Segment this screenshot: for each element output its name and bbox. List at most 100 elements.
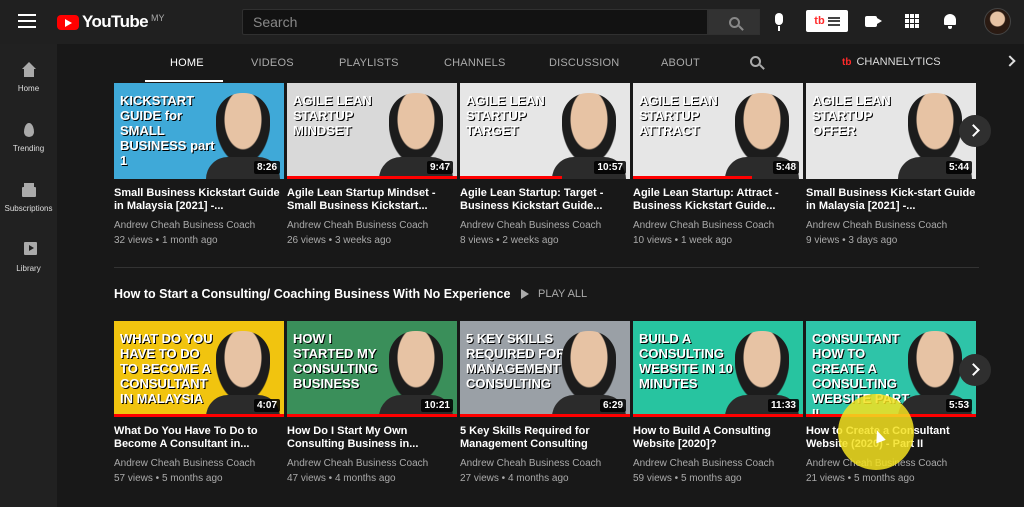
video-title[interactable]: Small Business Kickstart Guide in Malays…	[114, 187, 284, 213]
menu-icon[interactable]	[18, 14, 36, 28]
video-thumbnail[interactable]: HOW I STARTED MY CONSULTING BUSINESS 10:2…	[287, 321, 457, 417]
thumbnail-text: BUILD A CONSULTING WEBSITE IN 10 MINUTES	[639, 331, 733, 391]
create-video-icon[interactable]	[865, 16, 882, 27]
video-thumbnail[interactable]: AGILE LEAN STARTUP MINDSET 9:47	[287, 83, 457, 179]
meta-separator: •	[152, 473, 162, 484]
view-count: 21 views	[806, 473, 845, 484]
youtube-logo[interactable]: YouTube MY	[57, 12, 165, 32]
channel-name[interactable]: Andrew Cheah Business Coach	[633, 220, 803, 231]
video-meta: 9 views • 3 days ago	[806, 235, 976, 246]
video-title[interactable]: Agile Lean Startup: Attract - Business K…	[633, 187, 803, 213]
channel-search-icon[interactable]	[750, 56, 761, 67]
meta-separator: •	[325, 473, 335, 484]
meta-separator: •	[152, 235, 162, 246]
tab-videos[interactable]: VIDEOS	[251, 44, 294, 82]
video-thumbnail[interactable]: 5 KEY SKILLS REQUIRED FOR MANAGEMENT CON…	[460, 321, 630, 417]
sidebar-item-subscriptions[interactable]: Subscriptions	[0, 182, 57, 232]
view-count: 8 views	[460, 235, 494, 246]
upload-age: 4 months ago	[334, 473, 396, 484]
video-title[interactable]: How Do I Start My Own Consulting Busines…	[287, 425, 457, 451]
upload-age: 2 weeks ago	[502, 235, 559, 246]
channel-name[interactable]: Andrew Cheah Business Coach	[287, 458, 457, 469]
video-title[interactable]: Agile Lean Startup: Target - Business Ki…	[460, 187, 630, 213]
video-thumbnail[interactable]: AGILE LEAN STARTUP TARGET 10:57	[460, 83, 630, 179]
channel-name[interactable]: Andrew Cheah Business Coach	[633, 458, 803, 469]
video-thumbnail[interactable]: WHAT DO YOU HAVE TO DO TO BECOME A CONSU…	[114, 321, 284, 417]
search-button[interactable]	[708, 9, 760, 35]
view-count: 27 views	[460, 473, 499, 484]
video-card[interactable]: AGILE LEAN STARTUP TARGET 10:57 Agile Lean…	[460, 83, 630, 246]
video-card[interactable]: HOW I STARTED MY CONSULTING BUSINESS 10:2…	[287, 321, 457, 484]
video-meta: 21 views • 5 months ago	[806, 473, 976, 484]
apps-grid-icon[interactable]	[905, 14, 919, 28]
home-icon	[21, 62, 37, 78]
video-thumbnail[interactable]: BUILD A CONSULTING WEBSITE IN 10 MINUTES…	[633, 321, 803, 417]
meta-separator: •	[671, 235, 681, 246]
video-title[interactable]: 5 Key Skills Required for Management Con…	[460, 425, 630, 451]
video-card[interactable]: WHAT DO YOU HAVE TO DO TO BECOME A CONSU…	[114, 321, 284, 484]
video-card[interactable]: 5 KEY SKILLS REQUIRED FOR MANAGEMENT CON…	[460, 321, 630, 484]
extension-badge-label: tb	[814, 15, 825, 27]
video-card[interactable]: AGILE LEAN STARTUP MINDSET 9:47 Agile Lean…	[287, 83, 457, 246]
tab-channels[interactable]: CHANNELS	[444, 44, 506, 82]
view-count: 59 views	[633, 473, 672, 484]
upload-age: 3 days ago	[848, 235, 898, 246]
shelf1-next-button[interactable]	[959, 115, 991, 147]
tab-playlists[interactable]: PLAYLISTS	[339, 44, 399, 82]
video-thumbnail[interactable]: AGILE LEAN STARTUP OFFER 5:44	[806, 83, 976, 179]
presenter-image	[562, 93, 616, 163]
watch-progress-bar	[287, 414, 457, 417]
shelf-title[interactable]: How to Start a Consulting/ Coaching Busi…	[114, 287, 510, 301]
channel-name[interactable]: Andrew Cheah Business Coach	[460, 458, 630, 469]
duration-badge: 5:53	[945, 399, 972, 412]
video-thumbnail[interactable]: AGILE LEAN STARTUP ATTRACT 5:48	[633, 83, 803, 179]
video-title[interactable]: Small Business Kick-start Guide in Malay…	[806, 187, 976, 213]
upload-age: 5 months ago	[853, 473, 915, 484]
tab-discussion[interactable]: DISCUSSION	[549, 44, 619, 82]
video-meta: 10 views • 1 week ago	[633, 235, 803, 246]
duration-badge: 10:21	[421, 399, 453, 412]
thumbnail-text: AGILE LEAN STARTUP ATTRACT	[639, 93, 718, 138]
avatar[interactable]	[984, 8, 1011, 35]
search-input[interactable]	[242, 9, 708, 35]
upload-age: 5 months ago	[161, 473, 223, 484]
channel-name[interactable]: Andrew Cheah Business Coach	[114, 458, 284, 469]
duration-badge: 9:47	[426, 161, 453, 174]
logo-text: YouTube	[82, 12, 149, 31]
presenter-image	[908, 331, 962, 401]
video-card[interactable]: AGILE LEAN STARTUP OFFER 5:44 Small Busine…	[806, 83, 976, 246]
video-card[interactable]: AGILE LEAN STARTUP ATTRACT 5:48 Agile Lean…	[633, 83, 803, 246]
sidebar-item-library[interactable]: Library	[0, 242, 57, 292]
video-title[interactable]: What Do You Have To Do to Become A Consu…	[114, 425, 284, 451]
presenter-image	[735, 93, 789, 163]
notifications-bell-icon[interactable]	[943, 13, 957, 29]
video-title[interactable]: Agile Lean Startup Mindset - Small Busin…	[287, 187, 457, 213]
channel-name[interactable]: Andrew Cheah Business Coach	[460, 220, 630, 231]
thumbnail-text: AGILE LEAN STARTUP OFFER	[812, 93, 891, 138]
video-meta: 8 views • 2 weeks ago	[460, 235, 630, 246]
tab-about[interactable]: ABOUT	[661, 44, 700, 82]
duration-badge: 5:44	[945, 161, 972, 174]
top-bar: YouTube MY tb	[0, 0, 1024, 44]
video-meta: 27 views • 4 months ago	[460, 473, 630, 484]
shelf2-next-button[interactable]	[959, 354, 991, 386]
channel-name[interactable]: Andrew Cheah Business Coach	[114, 220, 284, 231]
microphone-icon[interactable]	[772, 13, 786, 31]
flame-icon	[21, 122, 37, 138]
video-thumbnail[interactable]: KICKSTART GUIDE for SMALL BUSINESS part …	[114, 83, 284, 179]
thumbnail-text: AGILE LEAN STARTUP MINDSET	[293, 93, 372, 138]
channelytics-extension-button[interactable]: tb	[806, 10, 848, 32]
sidebar: Home Trending Subscriptions Library	[0, 44, 57, 507]
channel-name[interactable]: Andrew Cheah Business Coach	[806, 220, 976, 231]
view-count: 10 views	[633, 235, 672, 246]
video-card[interactable]: KICKSTART GUIDE for SMALL BUSINESS part …	[114, 83, 284, 246]
play-all-button[interactable]: PLAY ALL	[521, 288, 587, 300]
tab-home[interactable]: HOME	[170, 44, 204, 82]
tab-channelytics[interactable]: tb CHANNELYTICS	[842, 56, 941, 68]
channel-name[interactable]: Andrew Cheah Business Coach	[287, 220, 457, 231]
video-card[interactable]: BUILD A CONSULTING WEBSITE IN 10 MINUTES…	[633, 321, 803, 484]
sidebar-item-trending[interactable]: Trending	[0, 122, 57, 172]
sidebar-item-home[interactable]: Home	[0, 62, 57, 112]
video-title[interactable]: How to Build A Consulting Website [2020]…	[633, 425, 803, 451]
duration-badge: 8:26	[253, 161, 280, 174]
